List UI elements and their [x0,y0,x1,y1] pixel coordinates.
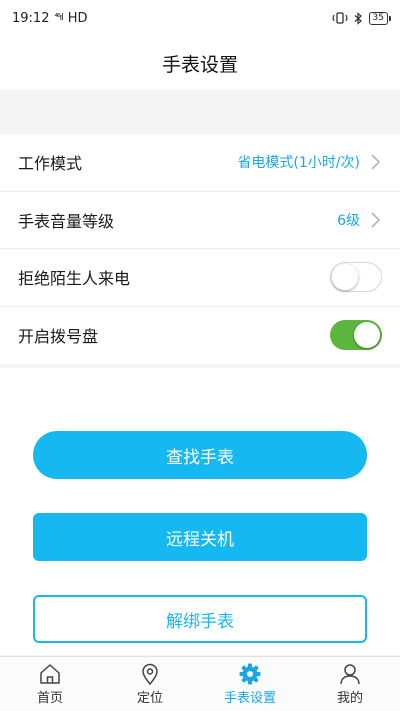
toggle-knob [354,322,380,349]
setting-row-work-mode[interactable]: 工作模式 省电模式(1小时/次) [0,134,400,192]
toggle-knob [332,264,358,291]
setting-right [330,262,382,293]
home-icon [40,664,60,684]
page-title: 手表设置 [161,53,238,76]
status-time: 19:12 [12,10,50,26]
setting-row-dial-pad: 开启拨号盘 [0,307,400,365]
tab-label: 定位 [136,691,163,706]
remote-shutdown-button[interactable]: 远程关机 [33,513,367,561]
chevron-right-icon [371,154,381,170]
setting-value: 省电模式(1小时/次) [237,155,360,172]
gear-icon [239,663,261,685]
bottom-tab-bar: 首页 定位 手表设置 我的 [0,656,400,711]
setting-right: 6级 [337,210,382,230]
chevron-right-icon [371,212,381,228]
tab-label: 首页 [36,691,63,706]
setting-label: 手表音量等级 [18,211,115,231]
network-label: HD [67,10,88,26]
title-bar: 手表设置 [0,36,400,90]
setting-right [330,320,382,351]
dial-pad-toggle[interactable] [330,320,382,351]
unbind-watch-button[interactable]: 解绑手表 [33,595,367,643]
tab-label: 手表设置 [223,691,276,706]
settings-list: 工作模式 省电模式(1小时/次) 手表音量等级 6级 拒绝陌生人来电 开启拨号盘 [0,134,400,364]
find-watch-button[interactable]: 查找手表 [33,431,367,479]
setting-row-volume[interactable]: 手表音量等级 6级 [0,192,400,249]
setting-label: 开启拨号盘 [18,327,99,347]
bluetooth-icon [354,11,362,25]
tab-mine[interactable]: 我的 [300,657,400,711]
status-right: 35 [331,11,392,25]
person-icon [340,664,360,685]
battery-icon: 35 [368,11,392,25]
tab-watch-settings[interactable]: 手表设置 [200,657,300,711]
setting-value: 6级 [337,212,360,229]
vibrate-icon [331,12,348,24]
tab-location[interactable]: 定位 [100,657,200,711]
setting-label: 拒绝陌生人来电 [18,269,131,289]
status-bar: 19:12 ⁴⁶ıl HD 35 [0,0,400,36]
setting-label: 工作模式 [18,154,83,174]
tab-label: 我的 [336,691,363,706]
tab-home[interactable]: 首页 [0,657,100,711]
status-left: 19:12 ⁴⁶ıl HD [12,11,87,26]
location-pin-icon [142,663,158,686]
setting-right: 省电模式(1小时/次) [237,152,382,172]
actions-panel: 查找手表 远程关机 解绑手表 [0,368,400,655]
signal-icon: ⁴⁶ıl [54,13,63,23]
setting-row-reject-strangers: 拒绝陌生人来电 [0,249,400,307]
reject-strangers-toggle[interactable] [330,262,382,293]
